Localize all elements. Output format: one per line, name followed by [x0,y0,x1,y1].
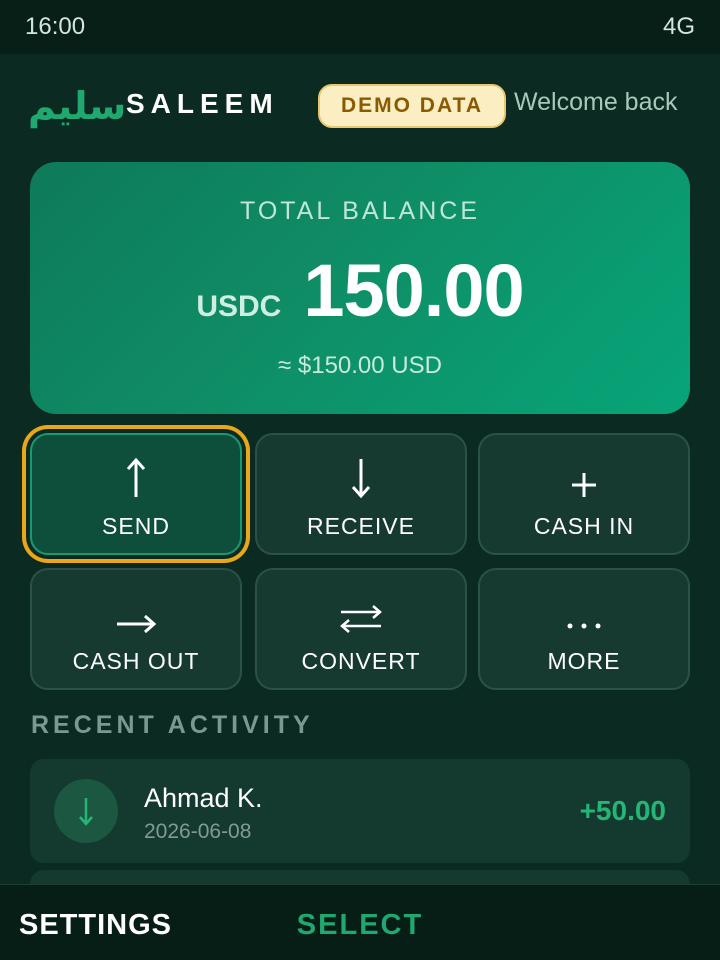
send-label: SEND [102,513,170,539]
welcome-text: Welcome back [514,88,678,116]
activity-item[interactable]: Ahmad K. 2026-06-08 +50.00 [30,759,690,863]
arrow-right-icon [115,578,157,634]
network-indicator: 4G [662,13,695,40]
cash-in-button[interactable]: CASH IN [478,433,690,555]
select-softkey[interactable]: SELECT [0,909,720,942]
activity-name: Ahmad K. [144,783,263,813]
more-dots-icon [564,578,604,634]
activity-date: 2026-06-08 [144,820,252,843]
recent-activity-title: RECENT ACTIVITY [31,711,314,739]
status-bar: 16:00 4G [0,0,720,54]
arrow-down-icon [54,779,118,843]
status-time: 16:00 [25,13,86,40]
convert-label: CONVERT [301,648,421,674]
cash-out-button[interactable]: CASH OUT [30,568,242,690]
arrow-down-icon [351,443,371,499]
convert-button[interactable]: CONVERT [255,568,467,690]
balance-amount: 150.00 [303,249,524,332]
app-header: سليم SALEEM DEMO DATA Welcome back [0,54,720,158]
receive-label: RECEIVE [307,513,415,539]
cash-out-label: CASH OUT [72,648,200,674]
receive-button[interactable]: RECEIVE [255,433,467,555]
more-label: MORE [547,648,621,674]
cash-in-label: CASH IN [533,513,635,539]
logo-arabic: سليم [28,84,127,128]
send-button[interactable]: SEND [30,433,242,555]
activity-amount: +50.00 [579,795,666,826]
balance-currency: USDC [196,290,282,323]
balance-label: TOTAL BALANCE [240,197,480,225]
more-button[interactable]: MORE [478,568,690,690]
logo-text: SALEEM [126,88,279,119]
softkey-bar: SETTINGS SELECT [0,884,720,960]
balance-card: TOTAL BALANCE USDC 150.00 ≈ $150.00 USD [30,162,690,414]
swap-arrows-icon [338,578,384,634]
balance-usd-equivalent: ≈ $150.00 USD [278,352,442,379]
plus-icon [570,443,598,499]
demo-data-badge: DEMO DATA [318,84,506,128]
balance-row: USDC 150.00 [30,248,690,333]
arrow-up-icon [126,443,146,499]
